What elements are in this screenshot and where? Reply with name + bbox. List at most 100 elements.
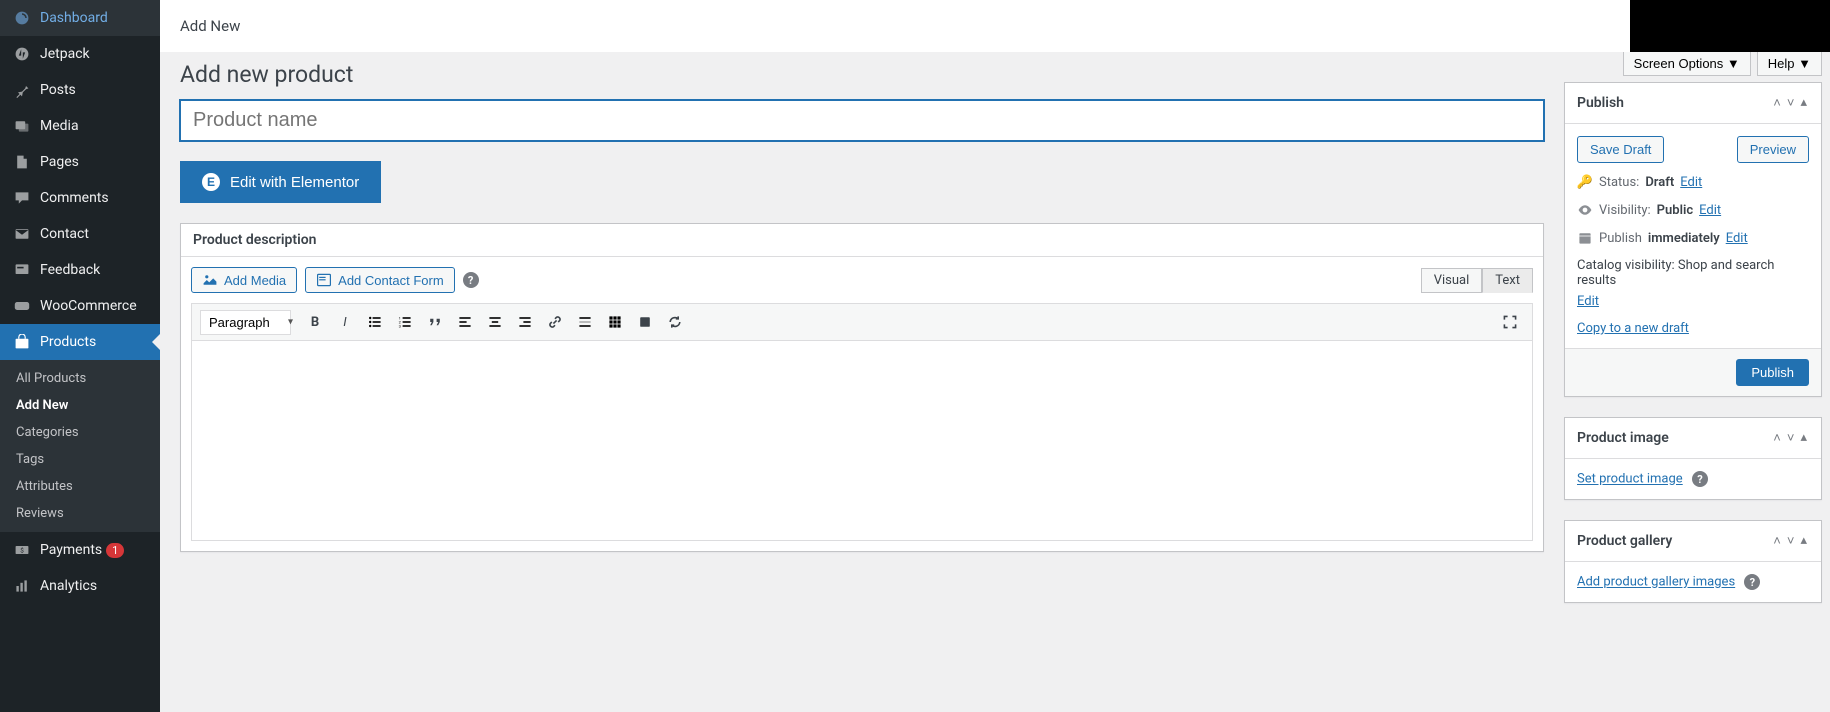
sidebar-item-analytics[interactable]: Analytics: [0, 568, 160, 604]
fullscreen-button[interactable]: [1496, 308, 1524, 336]
publish-panel: Publish ˄ ˅ ▴ Save Draft Preview: [1564, 82, 1822, 397]
sidebar-item-contact[interactable]: Contact: [0, 216, 160, 252]
edit-with-elementor-button[interactable]: E Edit with Elementor: [180, 161, 381, 203]
toolbar-toggle-button[interactable]: [601, 308, 629, 336]
blockquote-button[interactable]: [421, 308, 449, 336]
panel-toggle-icon[interactable]: ▴: [1798, 531, 1809, 551]
elementor-label: Edit with Elementor: [230, 174, 359, 191]
sidebar-item-feedback[interactable]: Feedback: [0, 252, 160, 288]
submenu-reviews[interactable]: Reviews: [0, 500, 160, 527]
screen-options-button[interactable]: Screen Options ▼: [1623, 52, 1751, 76]
edit-visibility-link[interactable]: Edit: [1699, 203, 1721, 218]
description-title: Product description: [193, 232, 316, 248]
insert-more-button[interactable]: [571, 308, 599, 336]
panel-toggle-icon[interactable]: ▴: [1798, 428, 1809, 448]
edit-catalog-link[interactable]: Edit: [1577, 294, 1599, 309]
edit-status-link[interactable]: Edit: [1680, 175, 1702, 190]
edit-schedule-link[interactable]: Edit: [1726, 231, 1748, 246]
help-icon[interactable]: ?: [1692, 471, 1708, 487]
align-left-button[interactable]: [451, 308, 479, 336]
product-gallery-title: Product gallery: [1577, 533, 1672, 549]
submenu-attributes[interactable]: Attributes: [0, 473, 160, 500]
sidebar-item-label: Posts: [40, 82, 76, 98]
submenu-categories[interactable]: Categories: [0, 419, 160, 446]
refresh-button[interactable]: [661, 308, 689, 336]
payments-icon: $: [12, 540, 32, 560]
help-icon[interactable]: ?: [1744, 574, 1760, 590]
italic-button[interactable]: I: [331, 308, 359, 336]
woocommerce-icon: [12, 296, 32, 316]
add-contact-form-button[interactable]: Add Contact Form: [305, 267, 455, 293]
numbered-list-button[interactable]: 123: [391, 308, 419, 336]
panel-up-icon[interactable]: ˄: [1771, 428, 1783, 448]
eye-icon: [1577, 202, 1593, 218]
sidebar-item-pages[interactable]: Pages: [0, 144, 160, 180]
product-name-input[interactable]: [180, 100, 1544, 141]
form-icon: [316, 272, 332, 288]
sidebar-item-label: Payments: [40, 542, 102, 558]
topbar: Add New: [160, 0, 1630, 52]
add-media-button[interactable]: Add Media: [191, 267, 297, 293]
sidebar-item-label: Media: [40, 118, 79, 134]
tab-text[interactable]: Text: [1482, 268, 1533, 293]
pin-icon: [12, 80, 32, 100]
sidebar-item-payments[interactable]: $ Payments 1: [0, 532, 160, 568]
page-icon: [12, 152, 32, 172]
sidebar-item-label: WooCommerce: [40, 298, 137, 314]
media-icon: [12, 116, 32, 136]
sidebar-item-media[interactable]: Media: [0, 108, 160, 144]
comment-icon: [12, 188, 32, 208]
sidebar-item-label: Feedback: [40, 262, 100, 278]
product-image-title: Product image: [1577, 430, 1669, 446]
admin-sidebar: Dashboard Jetpack Posts Media Pages Comm…: [0, 0, 160, 712]
publish-button[interactable]: Publish: [1736, 359, 1809, 386]
sidebar-item-comments[interactable]: Comments: [0, 180, 160, 216]
gauge-icon: [12, 8, 32, 28]
sidebar-item-label: Products: [40, 334, 96, 350]
sidebar-item-label: Jetpack: [40, 46, 90, 62]
sidebar-item-label: Comments: [40, 190, 109, 206]
redacted-area: [1630, 0, 1830, 52]
submenu-tags[interactable]: Tags: [0, 446, 160, 473]
submenu-all-products[interactable]: All Products: [0, 365, 160, 392]
bullet-list-button[interactable]: [361, 308, 389, 336]
set-product-image-link[interactable]: Set product image: [1577, 472, 1683, 487]
sidebar-item-posts[interactable]: Posts: [0, 72, 160, 108]
preview-button[interactable]: Preview: [1737, 136, 1809, 163]
sidebar-item-label: Pages: [40, 154, 79, 170]
key-icon: 🔑: [1577, 175, 1593, 190]
sidebar-item-woocommerce[interactable]: WooCommerce: [0, 288, 160, 324]
bold-button[interactable]: B: [301, 308, 329, 336]
sidebar-item-jetpack[interactable]: Jetpack: [0, 36, 160, 72]
help-button[interactable]: Help ▼: [1757, 52, 1822, 76]
tab-visual[interactable]: Visual: [1421, 268, 1483, 293]
panel-up-icon[interactable]: ˄: [1771, 531, 1783, 551]
add-gallery-images-link[interactable]: Add product gallery images: [1577, 575, 1735, 590]
sidebar-item-label: Analytics: [40, 578, 97, 594]
format-select[interactable]: Paragraph: [200, 310, 291, 335]
save-draft-button[interactable]: Save Draft: [1577, 136, 1664, 163]
mail-icon: [12, 224, 32, 244]
panel-down-icon[interactable]: ˅: [1785, 531, 1797, 551]
products-icon: [12, 332, 32, 352]
help-icon[interactable]: ?: [463, 272, 479, 288]
calendar-icon: [1577, 230, 1593, 246]
panel-down-icon[interactable]: ˅: [1785, 428, 1797, 448]
panel-toggle-icon[interactable]: ▴: [1798, 93, 1809, 113]
feedback-icon: [12, 260, 32, 280]
align-center-button[interactable]: [481, 308, 509, 336]
insert-block-button[interactable]: [631, 308, 659, 336]
copy-to-draft-link[interactable]: Copy to a new draft: [1577, 321, 1689, 336]
panel-down-icon[interactable]: ˅: [1785, 93, 1797, 113]
product-image-panel: Product image ˄ ˅ ▴ Set product image ?: [1564, 417, 1822, 500]
align-right-button[interactable]: [511, 308, 539, 336]
sidebar-item-products[interactable]: Products: [0, 324, 160, 360]
submenu-add-new[interactable]: Add New: [0, 392, 160, 419]
panel-up-icon[interactable]: ˄: [1771, 93, 1783, 113]
jetpack-icon: [12, 44, 32, 64]
svg-text:$: $: [20, 546, 24, 554]
payments-badge: 1: [106, 543, 124, 558]
sidebar-item-dashboard[interactable]: Dashboard: [0, 0, 160, 36]
editor-content-area[interactable]: [191, 341, 1533, 541]
link-button[interactable]: [541, 308, 569, 336]
